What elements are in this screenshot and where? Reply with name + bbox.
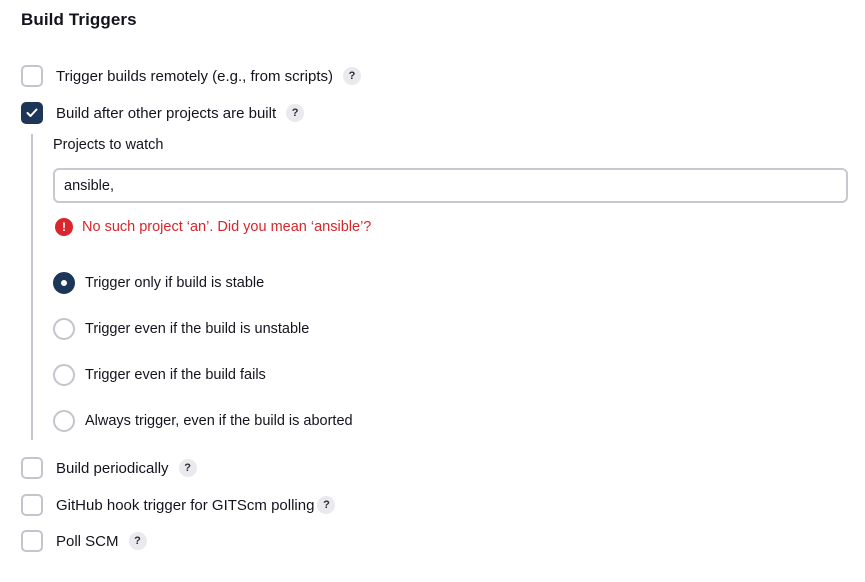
trigger-remote-label[interactable]: Trigger builds remotely (e.g., from scri… bbox=[56, 68, 333, 85]
radio-option-unstable[interactable]: Trigger even if the build is unstable bbox=[53, 318, 309, 340]
build-periodically-label[interactable]: Build periodically bbox=[56, 460, 169, 477]
build-after-other-checkbox[interactable] bbox=[21, 102, 43, 124]
github-hook-checkbox[interactable] bbox=[21, 494, 43, 516]
build-periodically-row[interactable]: Build periodically ? bbox=[21, 457, 197, 479]
build-triggers-panel: Build Triggers Trigger builds remotely (… bbox=[0, 0, 865, 582]
projects-to-watch-input[interactable] bbox=[53, 168, 848, 203]
validation-error: ! No such project ‘an’. Did you mean ‘an… bbox=[55, 218, 371, 236]
build-periodically-checkbox[interactable] bbox=[21, 457, 43, 479]
projects-to-watch-label: Projects to watch bbox=[53, 137, 164, 153]
help-icon[interactable]: ? bbox=[343, 67, 362, 85]
nested-section-divider bbox=[31, 134, 33, 440]
radio-button[interactable] bbox=[53, 318, 75, 340]
radio-button[interactable] bbox=[53, 410, 75, 432]
radio-label[interactable]: Trigger even if the build fails bbox=[85, 367, 266, 383]
error-message: No such project ‘an’. Did you mean ‘ansi… bbox=[82, 219, 372, 235]
error-icon: ! bbox=[55, 218, 73, 236]
radio-button[interactable] bbox=[53, 272, 75, 294]
build-after-other-row[interactable]: Build after other projects are built ? bbox=[21, 102, 305, 124]
github-hook-label[interactable]: GitHub hook trigger for GITScm polling bbox=[56, 497, 314, 514]
trigger-remote-checkbox[interactable] bbox=[21, 65, 43, 87]
radio-label[interactable]: Always trigger, even if the build is abo… bbox=[85, 413, 353, 429]
radio-button[interactable] bbox=[53, 364, 75, 386]
github-hook-row[interactable]: GitHub hook trigger for GITScm polling ? bbox=[21, 494, 336, 516]
radio-option-fails[interactable]: Trigger even if the build fails bbox=[53, 364, 266, 386]
radio-option-always[interactable]: Always trigger, even if the build is abo… bbox=[53, 410, 353, 432]
checkmark-icon bbox=[26, 108, 38, 117]
help-icon[interactable]: ? bbox=[128, 532, 147, 550]
help-icon[interactable]: ? bbox=[317, 496, 336, 514]
help-icon[interactable]: ? bbox=[178, 459, 197, 477]
section-title: Build Triggers bbox=[21, 10, 137, 29]
radio-label[interactable]: Trigger only if build is stable bbox=[85, 275, 264, 291]
poll-scm-row[interactable]: Poll SCM ? bbox=[21, 530, 147, 552]
poll-scm-label[interactable]: Poll SCM bbox=[56, 533, 119, 550]
radio-label[interactable]: Trigger even if the build is unstable bbox=[85, 321, 309, 337]
poll-scm-checkbox[interactable] bbox=[21, 530, 43, 552]
trigger-remote-row[interactable]: Trigger builds remotely (e.g., from scri… bbox=[21, 65, 362, 87]
build-after-other-label[interactable]: Build after other projects are built bbox=[56, 105, 276, 122]
help-icon[interactable]: ? bbox=[286, 104, 305, 122]
radio-option-stable[interactable]: Trigger only if build is stable bbox=[53, 272, 264, 294]
